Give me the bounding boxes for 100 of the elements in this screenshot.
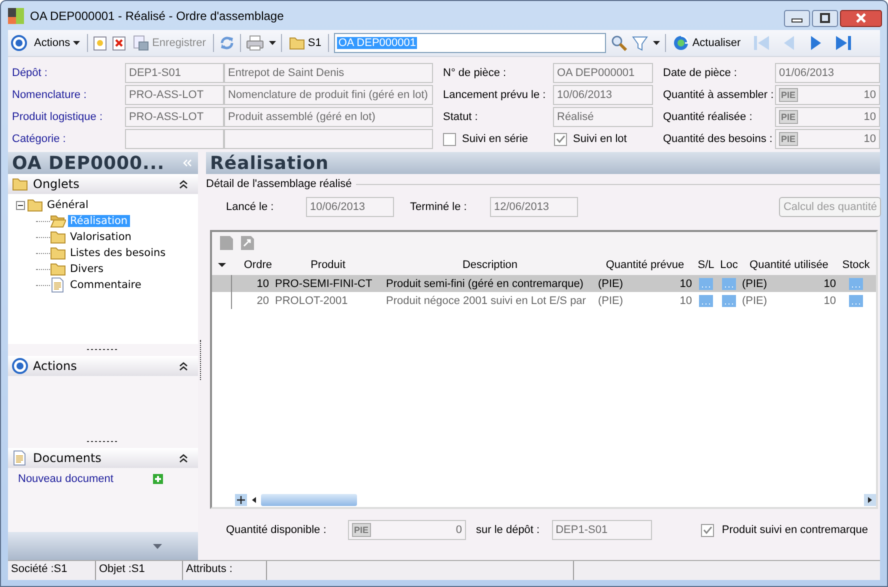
- field-value: 0: [456, 524, 462, 536]
- scroll-thumb[interactable]: [261, 494, 357, 506]
- column-header[interactable]: Ordre: [232, 259, 272, 271]
- refresh-button[interactable]: Actualiser: [671, 35, 743, 51]
- table-cell-text: PRO-SEMI-FINI-CT: [274, 278, 374, 290]
- input-field[interactable]: [125, 129, 224, 149]
- field-value: 10: [864, 133, 876, 145]
- sort-icon[interactable]: [218, 263, 226, 267]
- status-text: Société :S1: [8, 561, 96, 580]
- maximize-icon[interactable]: [812, 10, 838, 27]
- panel-header[interactable]: Actions: [8, 356, 198, 376]
- search-icon[interactable]: [611, 35, 628, 51]
- collapse-icon: [179, 361, 188, 371]
- sync-icon[interactable]: [218, 35, 235, 51]
- input-field[interactable]: 12/06/2013: [490, 197, 578, 217]
- input-field[interactable]: 10/06/2013: [306, 197, 394, 217]
- last-icon[interactable]: [834, 35, 851, 51]
- filter-icon[interactable]: [632, 35, 648, 51]
- column-header[interactable]: Quantité utilisée: [740, 259, 838, 271]
- input-field[interactable]: PIE 10: [775, 129, 880, 149]
- input-field[interactable]: Entrepot de Saint Denis: [224, 63, 433, 83]
- checkbox[interactable]: [554, 132, 568, 146]
- column-header[interactable]: Description: [384, 259, 596, 271]
- new-document-icon[interactable]: [93, 36, 108, 50]
- tree-item[interactable]: Divers: [68, 263, 106, 275]
- column-header[interactable]: S/L: [694, 259, 718, 271]
- close-icon[interactable]: [840, 10, 882, 27]
- table-cell: 10: [824, 278, 836, 290]
- unit-badge: PIE: [352, 523, 371, 537]
- input-field[interactable]: 01/06/2013: [775, 63, 880, 83]
- column-header[interactable]: Quantité prévue: [596, 259, 694, 271]
- field-label: Quantité disponible :: [226, 524, 328, 536]
- input-field[interactable]: DEP1-S01: [125, 63, 224, 83]
- checkbox-label: Suivi en série: [462, 133, 528, 145]
- tree-item[interactable]: Commentaire: [68, 279, 144, 291]
- delete-icon[interactable]: [112, 36, 126, 50]
- tree-item[interactable]: Général: [45, 199, 90, 211]
- unit-badge: PIE: [779, 110, 798, 124]
- input-field[interactable]: PIE 10: [775, 85, 880, 105]
- folder-icon: [50, 261, 66, 277]
- folder-icon: [50, 245, 66, 261]
- app-icon: [8, 8, 24, 24]
- minimize-icon[interactable]: [784, 10, 810, 27]
- field-label: Quantité à assembler :: [663, 89, 775, 101]
- table-cell-text: 20: [256, 294, 270, 306]
- stock-button[interactable]: [849, 294, 863, 306]
- checkbox[interactable]: [443, 132, 456, 146]
- sidebar-title: OA DEP0000...: [8, 152, 198, 174]
- column-header[interactable]: Produit: [272, 259, 384, 271]
- location-button[interactable]: [722, 294, 736, 306]
- field-value: 10: [864, 111, 876, 123]
- site-button[interactable]: S1: [286, 35, 324, 51]
- column-header[interactable]: Stock: [838, 259, 874, 271]
- refresh-icon: [673, 35, 690, 51]
- page-icon[interactable]: [219, 235, 234, 251]
- input-field[interactable]: Nomenclature de produit fini (géré en lot): [224, 85, 433, 105]
- collapse-icon[interactable]: [16, 200, 25, 210]
- target-icon: [12, 358, 28, 374]
- collapse-icon: [179, 179, 188, 189]
- table-cell-text: Produit négoce 2001 suivi en Lot E/S par: [385, 294, 587, 306]
- field-label: sur le dépôt :: [476, 524, 540, 536]
- field-label: N° de pièce :: [443, 67, 508, 79]
- caret-icon: [73, 41, 80, 45]
- splitter-handle[interactable]: [87, 440, 119, 443]
- panel-header[interactable]: Onglets: [8, 174, 198, 194]
- add-row-icon[interactable]: [235, 494, 247, 506]
- field-label: Statut :: [443, 111, 479, 123]
- input-field[interactable]: PIE 10: [775, 107, 880, 127]
- tree-item[interactable]: Listes des besoins: [68, 247, 168, 259]
- panel-header[interactable]: Documents: [8, 448, 198, 468]
- document-icon: [12, 450, 28, 466]
- printer-icon[interactable]: [246, 35, 264, 51]
- splitter-handle[interactable]: [87, 348, 119, 351]
- add-icon[interactable]: [153, 474, 163, 484]
- input-field[interactable]: DEP1-S01: [552, 520, 652, 540]
- scroll-right-icon[interactable]: [864, 494, 876, 506]
- caret-icon[interactable]: [653, 41, 660, 45]
- input-field[interactable]: [224, 129, 433, 149]
- input-field[interactable]: PIE 0: [348, 520, 466, 540]
- unit-label: (PIE): [598, 294, 624, 306]
- document-icon: [50, 277, 66, 293]
- input-field[interactable]: OA DEP000001: [553, 63, 653, 83]
- status-text: Attributs :: [183, 561, 267, 580]
- actions-menu[interactable]: Actions: [32, 37, 82, 49]
- checkbox[interactable]: [700, 524, 714, 536]
- new-document-link[interactable]: Nouveau document: [18, 473, 114, 485]
- tree-item[interactable]: Valorisation: [68, 231, 134, 243]
- input-field[interactable]: Produit assemblé (géré en lot): [224, 107, 433, 127]
- status-text: Objet :S1: [96, 561, 183, 580]
- caret-icon[interactable]: [268, 41, 276, 45]
- table-row[interactable]: 20 PROLOT-2001 Produit négoce 2001 suivi en Lot E/S par (PIE) 10 (PIE) 10: [212, 292, 876, 309]
- checkbox-label: Produit suivi en contremarque: [722, 524, 868, 536]
- lot-button[interactable]: [699, 294, 713, 306]
- unit-label: (PIE): [598, 278, 624, 290]
- input-field[interactable]: PRO-ASS-LOT: [125, 85, 224, 105]
- input-field[interactable]: Réalisé: [553, 107, 653, 127]
- target-icon[interactable]: [11, 35, 27, 51]
- input-field[interactable]: 10/06/2013: [553, 85, 653, 105]
- column-header[interactable]: Loc: [718, 259, 740, 271]
- input-field[interactable]: PRO-ASS-LOT: [125, 107, 224, 127]
